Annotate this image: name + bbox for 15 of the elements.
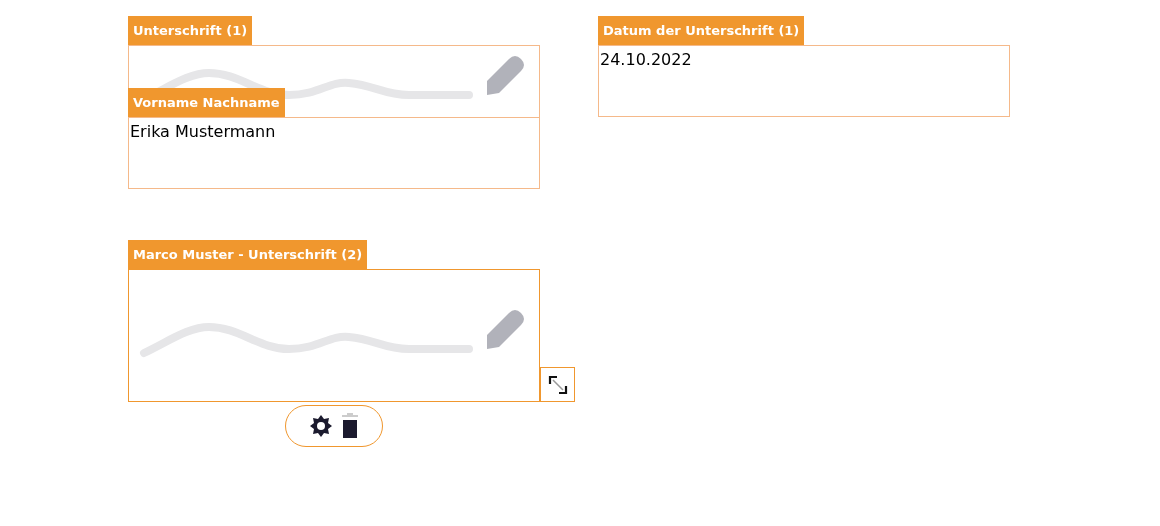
field-label: Marco Muster - Unterschrift (2) [128, 240, 368, 269]
resize-handle[interactable] [540, 367, 575, 402]
text-field[interactable]: Erika Mustermann [128, 117, 540, 189]
settings-button[interactable] [309, 414, 333, 438]
text-field[interactable]: 24.10.2022 [598, 45, 1010, 117]
resize-icon [547, 374, 568, 395]
settings-icon [309, 414, 333, 438]
field-value: Erika Mustermann [130, 121, 276, 143]
delete-button[interactable] [341, 413, 359, 439]
trash-icon [341, 413, 359, 439]
field-value: 24.10.2022 [600, 49, 692, 71]
field-label: Unterschrift (1) [128, 16, 253, 45]
signature-field[interactable] [128, 269, 540, 402]
field-label: Vorname Nachname [128, 88, 285, 117]
field-label: Datum der Unterschrift (1) [598, 16, 805, 45]
